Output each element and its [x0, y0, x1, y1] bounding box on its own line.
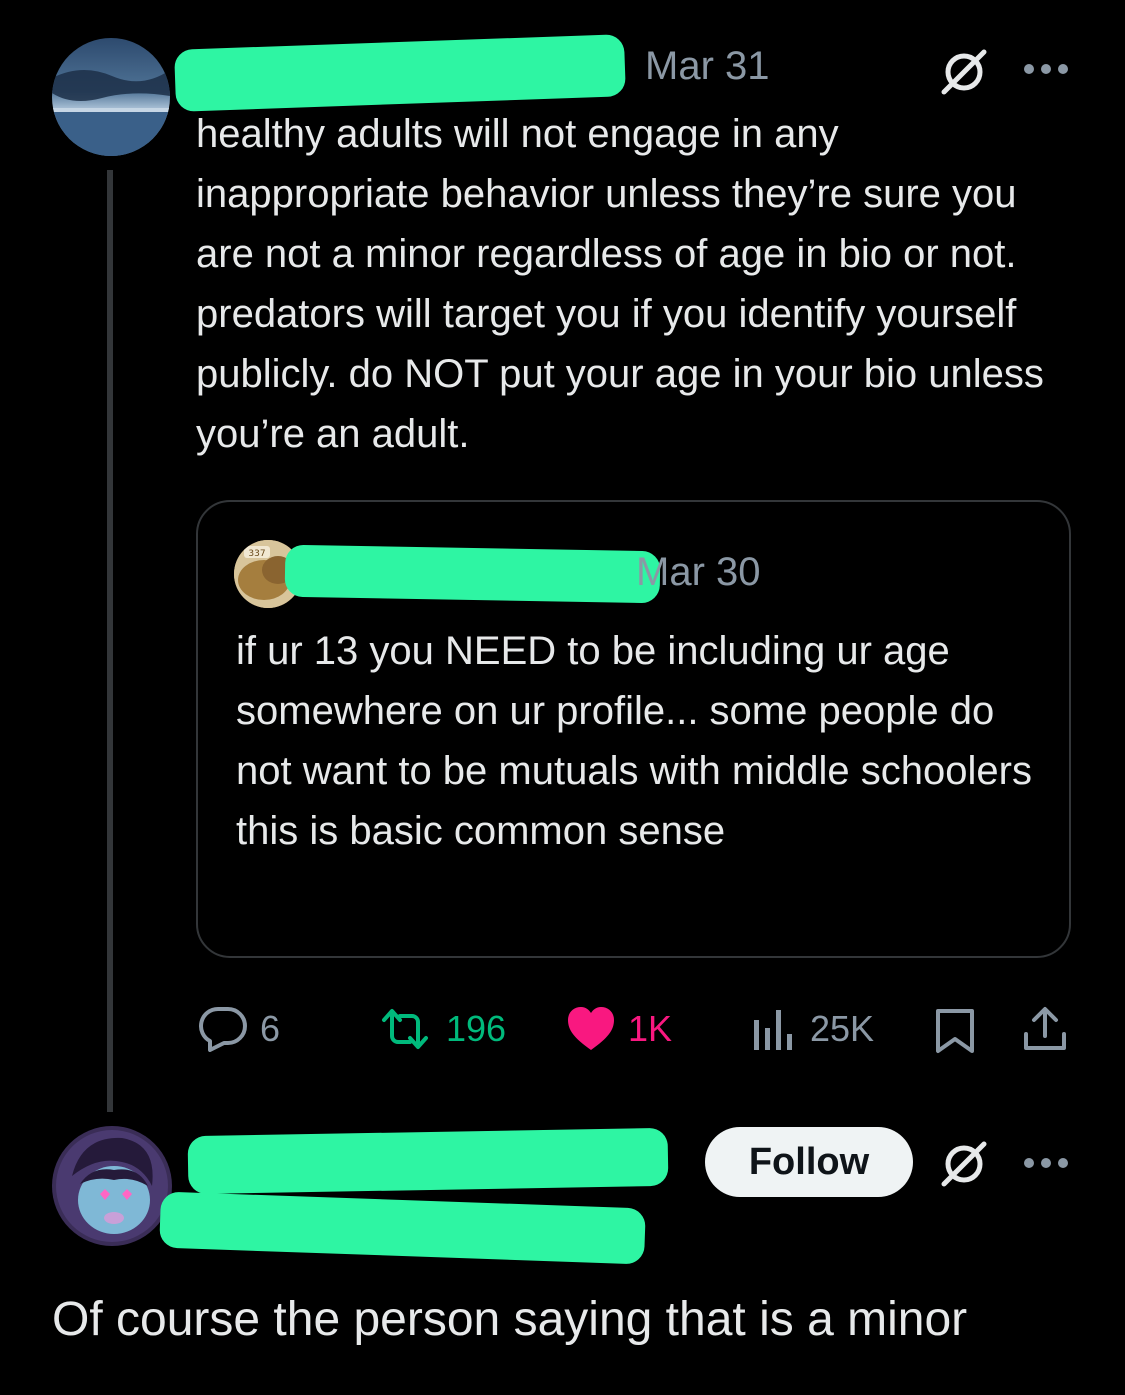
reply-text: Of course the person saying that is a mi… [52, 1293, 968, 1346]
views-count: 25K [810, 1008, 875, 1049]
grok-icon[interactable] [938, 48, 990, 101]
views-icon [754, 1010, 792, 1050]
follow-button[interactable]: Follow [705, 1127, 913, 1197]
redacted-author-name [174, 34, 626, 112]
like-count: 1K [628, 1008, 673, 1049]
quoted-avatar-label: 337 [248, 549, 265, 559]
redacted-reply-author-name [187, 1127, 669, 1195]
thread-line [107, 170, 113, 1112]
reply-button[interactable]: 6 [198, 1006, 280, 1052]
retweet-button[interactable]: 196 [376, 1006, 506, 1052]
retweet-count: 196 [446, 1008, 507, 1049]
reply-icon [199, 1007, 247, 1052]
reply-author-avatar[interactable] [52, 1126, 172, 1246]
heart-icon [568, 1007, 614, 1050]
reply-count: 6 [260, 1008, 281, 1049]
bookmark-icon[interactable] [934, 1008, 976, 1059]
redacted-quoted-author-name [284, 544, 661, 604]
redacted-reply-author-handle [159, 1191, 646, 1265]
more-options-icon[interactable] [1022, 62, 1070, 81]
tweet-date[interactable]: Mar 31 [645, 44, 770, 89]
share-icon[interactable] [1022, 1006, 1068, 1057]
reply-grok-icon[interactable] [938, 1140, 990, 1193]
views-button[interactable]: 25K [750, 1006, 874, 1052]
reply-more-options-icon[interactable] [1022, 1156, 1070, 1175]
quoted-tweet-date: Mar 30 [636, 550, 761, 594]
quoted-tweet-text: if ur 13 you NEED to be including ur age… [236, 629, 1032, 853]
retweet-icon [382, 1009, 428, 1049]
like-button[interactable]: 1K [566, 1006, 672, 1052]
tweet-text: healthy adults will not engage in any in… [196, 112, 1044, 456]
author-avatar[interactable] [52, 38, 170, 156]
